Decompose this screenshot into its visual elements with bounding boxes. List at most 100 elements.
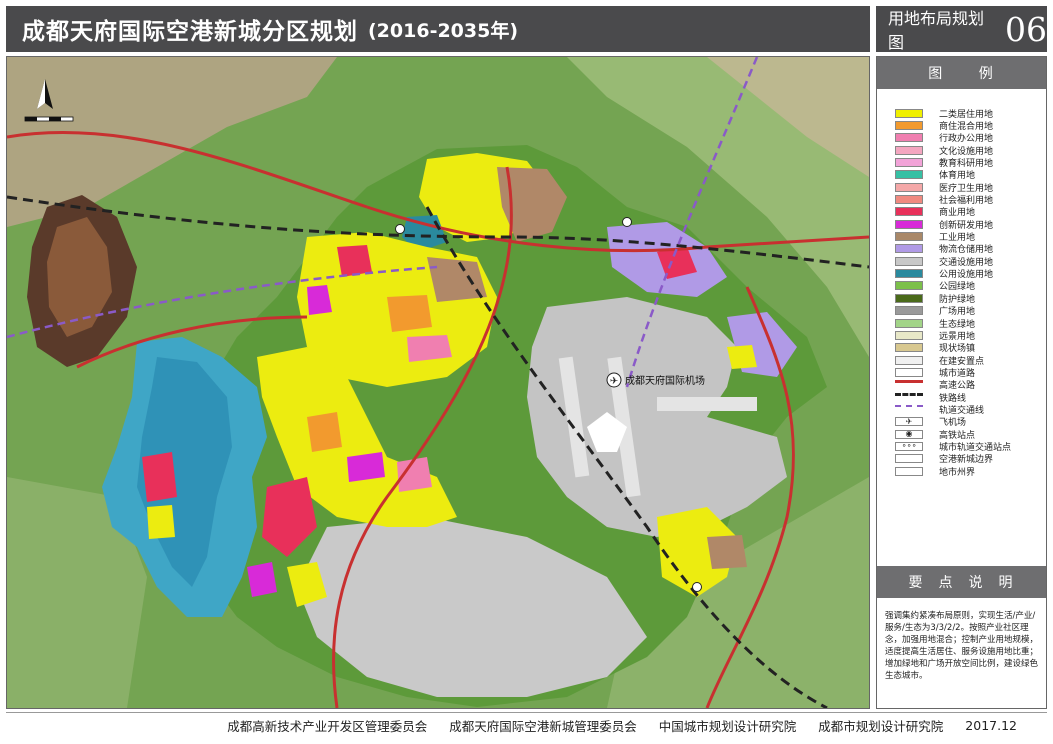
legend-item: 广场用地 [895,305,1046,317]
land-use-map[interactable]: ✈ 成都天府国际机场 [6,56,870,709]
plan-years: (2016-2035年) [368,19,519,42]
legend-swatch [895,466,923,476]
legend-swatch [895,195,923,205]
legend-title: 图 例 [877,57,1046,89]
legend-item: 工业用地 [895,230,1046,244]
rail-station-icon [622,217,632,227]
legend-swatch [895,343,923,353]
sw-mixed [307,412,342,452]
keypoints-text: 强调集约紧凑布局原则，实现生活/产业/服务/生态为3/3/2/2。按照产业社区理… [885,611,1039,681]
legend-label: 工业用地 [939,233,976,244]
legend-swatch: ◉ [895,429,923,439]
legend-item: 行政办公用地 [895,132,1046,144]
legend-item: 医疗卫生用地 [895,181,1046,194]
legend-item: 轨道交通线 [895,403,1046,416]
footer-org-4: 成都市规划设计研究院 [818,719,944,734]
footer: 成都高新技术产业开发区管理委员会 成都天府国际空港新城管理委员会 中国城市规划设… [6,712,1047,738]
lake-residential [147,505,175,539]
legend-item: 创新研发用地 [895,218,1046,231]
legend-swatch [895,244,923,254]
legend-label: 交通设施用地 [939,257,994,268]
legend-swatch [895,318,923,328]
legend-label: 商业用地 [939,208,976,219]
airplane-icon: ✈ [610,376,618,387]
legend-swatch: ∘∘∘ [895,441,923,451]
legend-swatch [895,269,923,279]
legend-swatch [895,293,923,303]
map-title-bar: 用地布局规划图 06 [876,6,1047,52]
legend-item: 交通设施用地 [895,255,1046,268]
se-industrial [707,535,747,569]
footer-org-2: 成都天府国际空港新城管理委员会 [449,719,637,734]
legend-item: 二类居住用地 [895,107,1046,120]
legend-item: 商业用地 [895,206,1046,218]
sw-rd-2 [247,562,277,597]
legend-swatch [895,108,923,118]
legend-glyph: ◉ [905,429,913,439]
legend-label: 高速公路 [939,381,976,392]
legend-item: 文化设施用地 [895,144,1046,157]
legend-item: 远景用地 [895,329,1046,342]
legend-item: 公园绿地 [895,280,1046,292]
legend-swatch [895,281,923,291]
legend-glyph: ∘∘∘ [901,441,917,451]
legend-label: 物流仓储用地 [939,245,994,256]
legend-label: 远景用地 [939,331,976,342]
legend-label: 轨道交通线 [939,405,985,416]
header-title-bar: 成都天府国际空港新城分区规划 (2016-2035年) [6,6,870,52]
legend-swatch [895,367,923,377]
legend-label: 公园绿地 [939,282,976,293]
legend-swatch [895,219,923,229]
legend-item: 空港新城边界 [895,453,1046,465]
legend-label: 城市道路 [939,368,976,379]
legend-swatch [895,182,923,192]
legend-list: 二类居住用地商住混合用地 行政办公用地 文化设施用地 教育科研用地体育用地 医疗卫生用地… [877,89,1046,478]
legend-swatch [895,454,923,464]
legend-item: 高速公路 [895,379,1046,391]
legend-item: 铁路线 [895,391,1046,404]
legend-item: 社会福利用地 [895,193,1046,207]
legend-item: 商住混合用地 [895,119,1046,133]
legend-label: 行政办公用地 [939,134,994,145]
legend-swatch [895,133,923,143]
legend-swatch [895,121,923,131]
legend-panel: 图 例 二类居住用地商住混合用地 行政办公用地 文化设施用地 教育科研用地体育用地 医疗… [876,56,1047,709]
sw-rd [347,452,385,482]
legend-label: 城市轨道交通站点 [939,442,1012,453]
map-canvas: ✈ 成都天府国际机场 [7,57,869,708]
legend-label: 文化设施用地 [939,146,994,157]
legend-swatch [895,256,923,266]
legend-swatch: ✈ [895,416,923,427]
legend-item: 防护绿地 [895,292,1046,305]
legend-label: 社会福利用地 [939,196,994,207]
legend-label: 生态绿地 [939,319,976,330]
legend-glyph: ✈ [905,416,913,426]
legend-item: 教育科研用地 [895,156,1046,169]
legend-swatch [895,232,923,242]
legend-item: ∘∘∘ 城市轨道交通站点 [895,440,1046,453]
legend-label: 飞机场 [939,418,967,429]
legend-label: 创新研发用地 [939,220,994,231]
rail-station-icon [692,582,702,592]
legend-label: 医疗卫生用地 [939,183,994,194]
map-name: 用地布局规划图 [888,9,985,52]
east-residential [727,345,757,369]
legend-label: 体育用地 [939,171,976,182]
legend-label: 铁路线 [939,393,967,404]
legend-swatch [895,145,923,155]
legend-label: 空港新城边界 [939,455,994,466]
legend-swatch [895,392,923,402]
footer-date: 2017.12 [965,718,1017,733]
legend-swatch [895,170,923,180]
rail-station-icon [395,224,405,234]
footer-org-1: 成都高新技术产业开发区管理委员会 [227,719,428,734]
legend-item: 物流仓储用地 [895,243,1046,255]
lake-commercial [142,452,177,502]
legend-label: 商住混合用地 [939,122,994,133]
legend-item: 生态绿地 [895,317,1046,330]
legend-item: 体育用地 [895,169,1046,181]
legend-swatch [895,404,923,414]
legend-label: 在建安置点 [939,356,985,367]
airport-label: 成都天府国际机场 [625,374,705,387]
footer-org-3: 中国城市规划设计研究院 [658,719,797,734]
